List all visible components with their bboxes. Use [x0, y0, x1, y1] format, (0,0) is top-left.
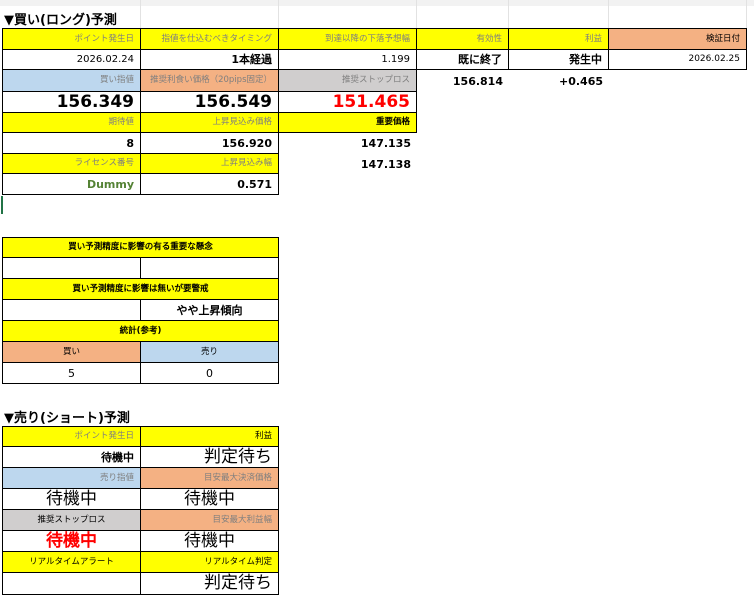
gridline	[746, 0, 747, 30]
long-verify-date-header[interactable]: 検証日付	[609, 28, 747, 50]
long-buy-limit-header[interactable]: 買い指値	[2, 70, 141, 92]
short-sell-limit-value[interactable]: 待機中	[2, 489, 141, 510]
short-point-date-value[interactable]: 待機中	[2, 447, 141, 468]
short-max-profit-value[interactable]: 待機中	[141, 531, 279, 552]
important-concern-cell-a[interactable]	[2, 258, 141, 279]
long-license-header[interactable]: ライセンス番号	[2, 154, 141, 174]
long-take-profit-header[interactable]: 推奨利食い価格（20pips固定）	[141, 70, 279, 92]
short-max-settle-header[interactable]: 目安最大決済価格	[141, 468, 279, 489]
active-cell-indicator	[1, 196, 3, 214]
gridline	[508, 0, 509, 30]
column-header-strip	[0, 0, 754, 6]
short-max-settle-value[interactable]: 待機中	[141, 489, 279, 510]
long-take-profit-value[interactable]: 156.549	[141, 92, 279, 113]
short-profit-value[interactable]: 判定待ち	[141, 447, 279, 468]
gridline	[416, 0, 417, 30]
long-expected-value[interactable]: 8	[2, 133, 141, 154]
long-validity-header[interactable]: 有効性	[417, 28, 509, 50]
short-realtime-header[interactable]: リアルタイム判定	[141, 552, 279, 573]
long-profit-header[interactable]: 利益	[509, 28, 609, 50]
long-key-price-1[interactable]: 147.135	[279, 133, 417, 154]
long-verify-date-value[interactable]: 2026.02.25	[609, 50, 747, 70]
minor-caution-value[interactable]: やや上昇傾向	[141, 300, 279, 321]
long-key-price-2[interactable]: 147.138	[279, 154, 417, 174]
stats-sell-count[interactable]: 0	[141, 363, 279, 384]
long-entry-timing-value[interactable]: 1本経過	[141, 50, 279, 70]
short-max-profit-header[interactable]: 目安最大利益幅	[141, 510, 279, 531]
gridline	[278, 0, 279, 30]
short-point-date-header[interactable]: ポイント発生日	[2, 426, 141, 447]
long-upside-price-value[interactable]: 156.920	[141, 133, 279, 154]
long-license-value[interactable]: Dummy	[2, 174, 141, 195]
gridline	[608, 0, 609, 30]
long-profit-status-value[interactable]: 発生中	[509, 50, 609, 70]
long-upside-price-header[interactable]: 上昇見込み価格	[141, 113, 279, 133]
long-validity-value[interactable]: 既に終了	[417, 50, 509, 70]
long-stop-loss-header[interactable]: 推奨ストップロス	[279, 70, 417, 92]
stats-buy-count[interactable]: 5	[2, 363, 141, 384]
long-drop-range-header[interactable]: 到達以降の下落予想幅	[279, 28, 417, 50]
long-stop-loss-value[interactable]: 151.465	[279, 92, 417, 113]
important-concern-cell-b[interactable]	[141, 258, 279, 279]
short-section-title: ▼売り(ショート)予測	[4, 410, 130, 426]
short-alert-header[interactable]: リアルタイムアラート	[2, 552, 141, 573]
short-sell-limit-header[interactable]: 売り指値	[2, 468, 141, 489]
long-upside-range-header[interactable]: 上昇見込み幅	[141, 154, 279, 174]
long-profit-amount[interactable]: +0.465	[509, 70, 609, 92]
long-drop-range-value[interactable]: 1.199	[279, 50, 417, 70]
important-concern-header[interactable]: 買い予測精度に影響の有る重要な懸念	[2, 237, 279, 258]
long-section-title: ▼買い(ロング)予測	[4, 12, 117, 28]
stats-sell-header[interactable]: 売り	[141, 342, 279, 363]
short-alert-value[interactable]	[2, 573, 141, 595]
long-entry-timing-header[interactable]: 指値を仕込むべきタイミング	[141, 28, 279, 50]
gridline	[140, 0, 141, 30]
minor-caution-cell-a[interactable]	[2, 300, 141, 321]
long-point-date-header[interactable]: ポイント発生日	[2, 28, 141, 50]
short-profit-header[interactable]: 利益	[141, 426, 279, 447]
short-stop-loss-header[interactable]: 推奨ストップロス	[2, 510, 141, 531]
minor-caution-header[interactable]: 買い予測精度に影響は無いが要警戒	[2, 279, 279, 300]
long-upside-range-value[interactable]: 0.571	[141, 174, 279, 195]
short-realtime-value[interactable]: 判定待ち	[141, 573, 279, 595]
long-buy-limit-value[interactable]: 156.349	[2, 92, 141, 113]
long-point-date-value[interactable]: 2026.02.24	[2, 50, 141, 70]
short-stop-loss-value[interactable]: 待機中	[2, 531, 141, 552]
stats-buy-header[interactable]: 買い	[2, 342, 141, 363]
long-expected-value-header[interactable]: 期待値	[2, 113, 141, 133]
stats-header[interactable]: 統計(参考)	[2, 321, 279, 342]
long-current-price[interactable]: 156.814	[417, 70, 509, 92]
long-key-price-header[interactable]: 重要価格	[279, 113, 417, 133]
